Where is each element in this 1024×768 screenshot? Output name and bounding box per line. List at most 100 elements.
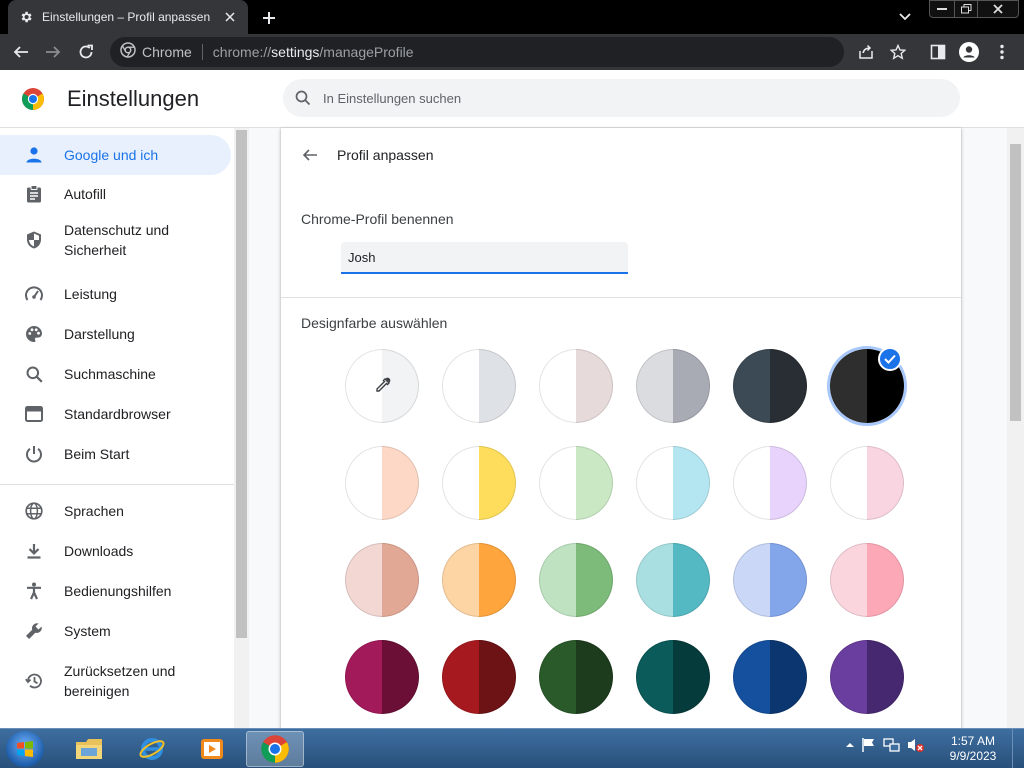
color-swatch[interactable] <box>636 640 710 714</box>
minimize-button[interactable] <box>929 0 955 18</box>
history-icon <box>24 671 44 691</box>
start-button[interactable] <box>6 731 44 767</box>
share-button[interactable] <box>854 40 878 64</box>
taskbar-chrome[interactable] <box>246 731 304 767</box>
search-input[interactable]: In Einstellungen suchen <box>323 91 461 106</box>
color-swatch[interactable] <box>345 640 419 714</box>
plus-icon <box>263 12 275 24</box>
tab-search-button[interactable] <box>896 9 914 25</box>
sidebar-item-downloads[interactable]: Downloads <box>0 531 231 571</box>
sidebar-item-reset[interactable]: Zurücksetzen und bereinigen <box>0 655 231 707</box>
custom-color-swatch[interactable] <box>345 349 419 423</box>
sidebar-item-search-engine[interactable]: Suchmaschine <box>0 354 231 394</box>
tab-title: Einstellungen – Profil anpassen <box>42 10 211 24</box>
maximize-button[interactable] <box>954 0 978 18</box>
clock[interactable]: 1:57 AM 9/9/2023 <box>938 734 1008 764</box>
system-tray <box>845 737 925 758</box>
globe-icon <box>24 501 44 521</box>
section-divider <box>281 297 961 298</box>
color-swatch[interactable] <box>636 349 710 423</box>
search-icon <box>295 90 311 106</box>
color-swatch[interactable] <box>636 446 710 520</box>
color-swatch[interactable] <box>345 446 419 520</box>
site-chip: Chrome <box>142 44 192 60</box>
url-text[interactable]: chrome://settings/manageProfile <box>213 44 414 60</box>
tab-settings[interactable]: Einstellungen – Profil anpassen <box>8 0 248 34</box>
close-icon[interactable] <box>222 9 238 25</box>
back-arrow-icon <box>302 149 317 161</box>
windows-logo-icon <box>17 741 33 757</box>
back-arrow-button[interactable] <box>299 144 321 166</box>
profile-button[interactable] <box>957 40 981 64</box>
volume-muted-icon[interactable] <box>907 737 925 758</box>
sidebar-scrollbar[interactable] <box>234 128 249 728</box>
forward-button[interactable] <box>41 40 65 64</box>
bookmark-button[interactable] <box>886 40 910 64</box>
windows-taskbar: 1:57 AM 9/9/2023 <box>0 728 1024 768</box>
forward-icon <box>46 46 61 58</box>
taskbar-internet-explorer[interactable] <box>125 731 179 767</box>
color-swatch[interactable] <box>539 349 613 423</box>
address-bar[interactable]: Chrome chrome://settings/manageProfile <box>110 37 844 67</box>
color-swatch[interactable] <box>733 446 807 520</box>
network-icon[interactable] <box>883 737 901 758</box>
reload-icon <box>79 44 93 59</box>
sidebar-item-performance[interactable]: Leistung <box>0 274 231 314</box>
page-title: Einstellungen <box>67 86 200 111</box>
profile-card: Profil anpassen Chrome-Profil benennen D… <box>281 128 961 728</box>
color-swatch[interactable] <box>442 543 516 617</box>
color-swatch[interactable] <box>539 640 613 714</box>
taskbar-file-explorer[interactable] <box>62 731 116 767</box>
color-swatch[interactable] <box>733 349 807 423</box>
sidebar-item-appearance[interactable]: Darstellung <box>0 314 231 354</box>
color-swatch[interactable] <box>733 543 807 617</box>
show-desktop-button[interactable] <box>1012 729 1024 768</box>
power-icon <box>24 444 44 464</box>
settings-search[interactable]: In Einstellungen suchen <box>283 79 960 117</box>
reload-button[interactable] <box>74 40 98 64</box>
close-icon <box>993 4 1003 14</box>
share-icon <box>859 44 873 59</box>
color-swatch[interactable] <box>442 640 516 714</box>
menu-button[interactable] <box>990 40 1014 64</box>
minimize-icon <box>937 8 947 10</box>
color-swatch[interactable] <box>636 543 710 617</box>
sidebar-item-system[interactable]: System <box>0 611 231 651</box>
gear-icon <box>18 9 34 25</box>
color-swatch[interactable] <box>539 543 613 617</box>
color-swatch[interactable] <box>539 446 613 520</box>
maximize-icon <box>960 4 971 14</box>
sidebar-item-privacy[interactable]: Datenschutz und Sicherheit <box>0 214 231 266</box>
sidebar-divider <box>0 484 234 485</box>
color-swatch[interactable] <box>345 543 419 617</box>
sidebar-scrollbar-thumb[interactable] <box>236 130 247 638</box>
new-tab-button[interactable] <box>258 7 280 29</box>
sidebar-item-default-browser[interactable]: Standardbrowser <box>0 394 231 434</box>
color-swatch[interactable] <box>733 640 807 714</box>
profile-name-input[interactable] <box>341 242 628 274</box>
side-panel-button[interactable] <box>926 40 950 64</box>
color-swatch[interactable] <box>442 349 516 423</box>
color-swatch[interactable] <box>830 640 904 714</box>
speedometer-icon <box>24 284 44 304</box>
back-button[interactable] <box>9 40 33 64</box>
sidebar-item-on-startup[interactable]: Beim Start <box>0 434 231 474</box>
chrome-logo-icon <box>21 87 45 111</box>
kebab-menu-icon <box>1000 44 1004 60</box>
chrome-site-icon[interactable] <box>120 41 136 63</box>
main-scrollbar-thumb[interactable] <box>1010 144 1021 421</box>
sidebar-item-languages[interactable]: Sprachen <box>0 491 231 531</box>
main-scrollbar[interactable] <box>1007 128 1024 728</box>
color-swatch[interactable] <box>442 446 516 520</box>
color-swatch[interactable] <box>830 446 904 520</box>
subpage-title: Profil anpassen <box>337 147 434 163</box>
close-window-button[interactable] <box>977 0 1019 18</box>
tray-expand-icon[interactable] <box>845 737 855 758</box>
sidebar-item-autofill[interactable]: Autofill <box>0 174 231 214</box>
flag-icon[interactable] <box>861 737 877 758</box>
taskbar-media-player[interactable] <box>185 731 239 767</box>
sidebar-item-google[interactable]: Google und ich <box>0 135 231 175</box>
back-icon <box>13 46 28 58</box>
sidebar-item-accessibility[interactable]: Bedienungshilfen <box>0 571 231 611</box>
color-swatch[interactable] <box>830 543 904 617</box>
